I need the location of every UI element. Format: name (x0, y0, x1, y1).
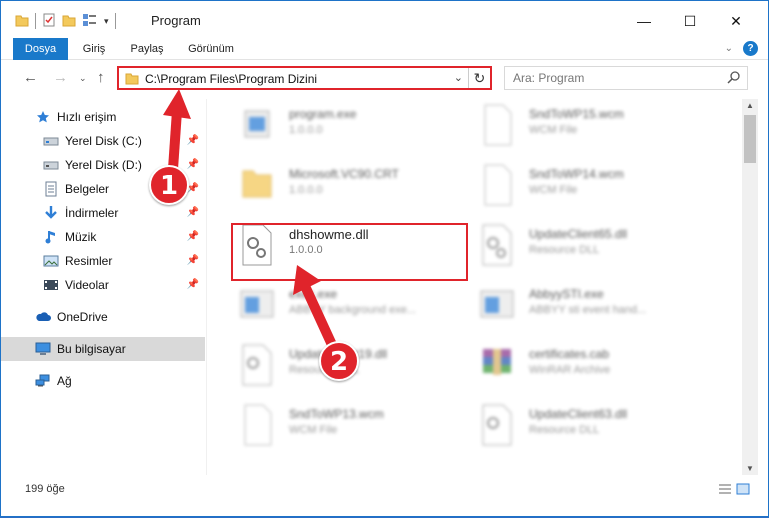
step-badge-2: 2 (319, 341, 359, 381)
step-badge-1: 1 (149, 165, 189, 205)
explorer-window: ▾ Program — ☐ ✕ Dosya Giriş Paylaş Görün… (0, 0, 769, 517)
annotation-arrows (163, 89, 338, 352)
